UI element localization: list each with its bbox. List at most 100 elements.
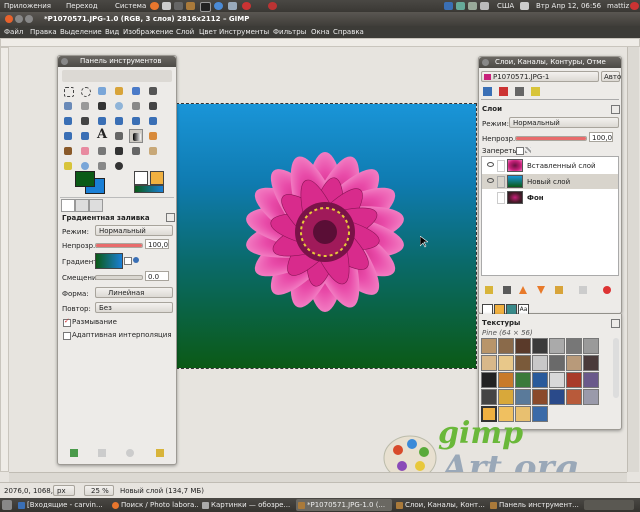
- pattern-swatch[interactable]: [566, 338, 582, 354]
- perspective-tool[interactable]: [146, 114, 160, 128]
- shear-tool[interactable]: [129, 114, 143, 128]
- pattern-swatch[interactable]: [515, 389, 531, 405]
- minimize-icon[interactable]: [15, 15, 23, 23]
- power-icon[interactable]: [630, 2, 639, 10]
- gimp-launcher-icon[interactable]: [186, 2, 195, 10]
- pattern-preview-icon[interactable]: [150, 171, 164, 185]
- gradient-preview-icon[interactable]: [134, 185, 164, 193]
- opacity-field[interactable]: 100,0: [145, 239, 169, 249]
- messaging-icon[interactable]: [468, 2, 477, 10]
- pattern-swatch[interactable]: [532, 372, 548, 388]
- text-tool[interactable]: A: [95, 127, 109, 143]
- menu-edit[interactable]: Правка: [30, 28, 57, 36]
- align-tool[interactable]: [61, 114, 75, 128]
- save-options-icon[interactable]: [70, 449, 78, 457]
- tab-undo[interactable]: [531, 87, 540, 96]
- image-select-combo[interactable]: P1070571.JPG-1: [481, 71, 599, 82]
- bucket-fill-tool[interactable]: [112, 129, 126, 143]
- pattern-swatch[interactable]: [498, 372, 514, 388]
- gradient-button[interactable]: [95, 253, 123, 269]
- reset-options-icon[interactable]: [156, 449, 164, 457]
- indicator-icon[interactable]: [456, 2, 465, 10]
- menu-select[interactable]: Выделение: [60, 28, 102, 36]
- mail-icon[interactable]: [480, 2, 489, 10]
- keyboard-layout[interactable]: США: [497, 2, 514, 10]
- menu-image[interactable]: Изображение: [123, 28, 173, 36]
- foreground-select-tool[interactable]: [61, 99, 75, 113]
- taskbar-item[interactable]: Панель инструмент...: [488, 499, 580, 511]
- tab-undo-history[interactable]: [89, 199, 103, 212]
- heal-tool[interactable]: [146, 144, 160, 158]
- smudge-tool[interactable]: [95, 159, 109, 173]
- perspective-clone-tool[interactable]: [61, 159, 75, 173]
- patterns-scrollbar[interactable]: [613, 338, 619, 398]
- pencil-tool[interactable]: [146, 129, 160, 143]
- tab-channels[interactable]: [499, 87, 508, 96]
- delete-options-icon[interactable]: [126, 449, 134, 457]
- paths-tool[interactable]: [78, 99, 92, 113]
- pattern-swatch[interactable]: [481, 355, 497, 371]
- scissors-tool[interactable]: [146, 84, 160, 98]
- unit-combo[interactable]: px: [53, 485, 75, 496]
- pattern-swatch[interactable]: [549, 389, 565, 405]
- pattern-swatch[interactable]: [515, 372, 531, 388]
- delete-layer-icon[interactable]: [603, 286, 611, 294]
- cage-tool[interactable]: [78, 129, 92, 143]
- foreground-color-swatch[interactable]: [75, 171, 95, 187]
- horizontal-scrollbar[interactable]: [9, 472, 627, 482]
- taskbar-item[interactable]: Поиск / Photo labora...: [110, 499, 198, 511]
- scale-tool[interactable]: [112, 114, 126, 128]
- pattern-swatch[interactable]: [481, 372, 497, 388]
- close-icon[interactable]: [61, 58, 68, 65]
- horizontal-ruler[interactable]: [0, 38, 640, 47]
- pattern-swatch[interactable]: [532, 389, 548, 405]
- x-icon[interactable]: [200, 2, 211, 12]
- system-menu[interactable]: Система: [115, 2, 146, 10]
- pattern-swatch[interactable]: [515, 355, 531, 371]
- menu-tools[interactable]: Инструменты: [219, 28, 269, 36]
- brush-preview-icon[interactable]: [134, 171, 148, 185]
- layer-row[interactable]: Вставленный слой: [482, 158, 618, 173]
- screenshot-icon[interactable]: [268, 2, 277, 10]
- pattern-swatch[interactable]: [498, 338, 514, 354]
- show-desktop-icon[interactable]: [2, 500, 12, 510]
- airbrush-tool[interactable]: [95, 144, 109, 158]
- tab-layers[interactable]: [483, 87, 492, 96]
- offset-slider[interactable]: [95, 275, 143, 280]
- pattern-swatch[interactable]: [549, 338, 565, 354]
- pattern-swatch[interactable]: [498, 355, 514, 371]
- vertical-ruler[interactable]: [0, 47, 9, 472]
- menu-filters[interactable]: Фильтры: [273, 28, 306, 36]
- layer-row-selected[interactable]: Новый слой: [482, 174, 618, 189]
- lower-layer-icon[interactable]: [537, 286, 545, 294]
- layer-opacity-field[interactable]: 100,0: [589, 132, 613, 142]
- config-icon[interactable]: [611, 319, 620, 328]
- pattern-swatch[interactable]: [583, 355, 599, 371]
- vertical-scrollbar[interactable]: [627, 47, 639, 472]
- eraser-tool[interactable]: [78, 144, 92, 158]
- pattern-swatch[interactable]: [515, 338, 531, 354]
- auto-button[interactable]: Авто: [601, 71, 621, 82]
- pattern-swatch[interactable]: [583, 372, 599, 388]
- pattern-swatch[interactable]: [583, 338, 599, 354]
- dither-checkbox[interactable]: ✓: [63, 317, 71, 327]
- repeat-combo[interactable]: Без: [95, 302, 173, 313]
- close-icon[interactable]: [482, 59, 489, 66]
- places-menu[interactable]: Переход: [66, 2, 98, 10]
- visibility-eye-icon[interactable]: [487, 194, 494, 199]
- zoom-combo[interactable]: 25 %: [84, 485, 114, 496]
- menu-view[interactable]: Вид: [105, 28, 119, 36]
- pattern-swatch[interactable]: [549, 372, 565, 388]
- window-titlebar[interactable]: *P1070571.JPG-1.0 (RGB, 3 слоя) 2816x211…: [0, 12, 640, 26]
- pattern-swatch[interactable]: [583, 389, 599, 405]
- pattern-swatch[interactable]: [566, 372, 582, 388]
- ellipse-select-tool[interactable]: [78, 84, 92, 98]
- taskbar-item[interactable]: [Входящие - carvin...: [16, 499, 108, 511]
- workspace-switcher[interactable]: [584, 500, 634, 510]
- flip-tool[interactable]: [61, 129, 75, 143]
- chain-icon[interactable]: [497, 192, 505, 204]
- measure-tool[interactable]: [129, 99, 143, 113]
- blend-tool[interactable]: [129, 129, 143, 143]
- color-picker-tool[interactable]: [95, 99, 109, 113]
- layers-titlebar[interactable]: Слои, Каналы, Контуры, Отме: [479, 57, 621, 68]
